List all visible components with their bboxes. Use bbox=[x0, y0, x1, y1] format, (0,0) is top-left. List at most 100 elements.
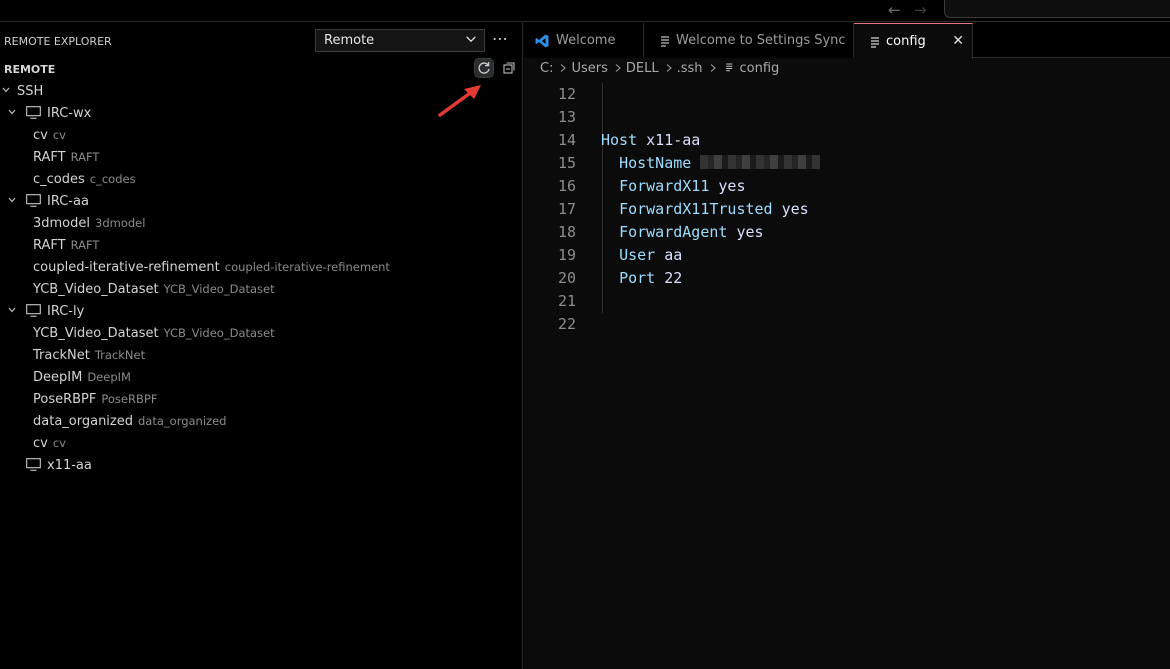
file-lines-icon bbox=[661, 36, 669, 47]
tree-item-description: c_codes bbox=[89, 172, 136, 186]
chevron-right-icon bbox=[615, 64, 621, 72]
tree-item-label: x11-aa bbox=[47, 458, 92, 473]
code-line: 22 bbox=[524, 313, 1170, 336]
tab-welcome-settings-sync[interactable]: Welcome to Settings Sync bbox=[644, 23, 854, 58]
close-icon[interactable]: ✕ bbox=[952, 24, 964, 59]
redacted-value bbox=[700, 155, 821, 169]
tree-item[interactable]: cv cv bbox=[0, 124, 523, 146]
tree-item-label: IRC-wx bbox=[47, 106, 92, 121]
line-text: ForwardAgent yes bbox=[619, 223, 764, 241]
collapse-all-icon[interactable] bbox=[500, 59, 518, 77]
tree-item-label: IRC-ly bbox=[47, 304, 85, 319]
code-line: 18 ForwardAgent yes bbox=[524, 221, 1170, 244]
dropdown-value: Remote bbox=[324, 33, 375, 48]
monitor-icon bbox=[26, 304, 41, 317]
chevron-down-icon[interactable] bbox=[6, 194, 18, 206]
line-number: 22 bbox=[557, 315, 576, 333]
tree-item[interactable]: data_organized data_organized bbox=[0, 410, 523, 432]
tree-item-label: 3dmodel 3dmodel bbox=[33, 216, 146, 231]
tab-label: Welcome bbox=[556, 33, 616, 48]
tab-config[interactable]: config ✕ bbox=[854, 23, 973, 59]
tree-item-description: data_organized bbox=[138, 414, 227, 428]
tree-item[interactable]: DeepIM DeepIM bbox=[0, 366, 523, 388]
tree-item[interactable]: PoseRBPF PoseRBPF bbox=[0, 388, 523, 410]
line-number: 19 bbox=[557, 246, 576, 264]
tree-item-description: RAFT bbox=[70, 238, 100, 252]
breadcrumb-item[interactable]: config bbox=[740, 61, 780, 76]
tree-item[interactable]: IRC-ly bbox=[0, 300, 523, 322]
tree-item-description: 3dmodel bbox=[95, 216, 146, 230]
monitor-icon bbox=[26, 194, 41, 207]
vscode-logo-icon bbox=[535, 34, 549, 48]
code-editor[interactable]: 12 13 14 Host x11-aa 15 HostName 16 ForwardX1… bbox=[524, 83, 1170, 336]
tree-item-label: cv cv bbox=[33, 128, 66, 143]
more-actions-icon[interactable]: ⋯ bbox=[492, 29, 509, 48]
breadcrumb: C: Users DELL .ssh config bbox=[540, 61, 781, 81]
tree-item[interactable]: 3dmodel 3dmodel bbox=[0, 212, 523, 234]
code-line: 21 bbox=[524, 290, 1170, 313]
tree-item-label: c_codes c_codes bbox=[33, 172, 136, 187]
line-text: ForwardX11 yes bbox=[619, 177, 746, 195]
refresh-icon[interactable] bbox=[474, 58, 494, 78]
editor-tabs: Welcome Welcome to Settings Sync config … bbox=[524, 23, 1170, 59]
line-number: 14 bbox=[557, 131, 576, 149]
command-center[interactable] bbox=[944, 0, 1170, 18]
arrow-right-icon[interactable]: → bbox=[914, 0, 927, 22]
chevron-right-icon bbox=[561, 64, 567, 72]
line-text: User aa bbox=[619, 246, 683, 264]
tree-item-label: IRC-aa bbox=[47, 194, 89, 209]
tab-welcome[interactable]: Welcome bbox=[524, 23, 644, 58]
code-line: 15 HostName bbox=[524, 152, 1170, 175]
tree-item[interactable]: c_codes c_codes bbox=[0, 168, 523, 190]
section-header-remote[interactable]: REMOTE bbox=[4, 63, 55, 76]
tab-label: Welcome to Settings Sync bbox=[676, 33, 846, 48]
tree-item-description: YCB_Video_Dataset bbox=[163, 282, 275, 296]
tree-item-label: cv cv bbox=[33, 436, 66, 451]
tree-item-description: cv bbox=[52, 436, 66, 450]
tree-item-description: DeepIM bbox=[87, 370, 131, 384]
chevron-down-icon[interactable] bbox=[0, 84, 12, 96]
tree-item-label: TrackNet TrackNet bbox=[33, 348, 146, 363]
tree-item[interactable]: RAFT RAFT bbox=[0, 146, 523, 168]
line-number: 21 bbox=[557, 292, 576, 310]
code-line: 20 Port 22 bbox=[524, 267, 1170, 290]
line-text: Port 22 bbox=[619, 269, 683, 287]
code-line: 16 ForwardX11 yes bbox=[524, 175, 1170, 198]
tree-item[interactable]: YCB_Video_Dataset YCB_Video_Dataset bbox=[0, 322, 523, 344]
tree-item-description: PoseRBPF bbox=[101, 392, 158, 406]
tree-item[interactable]: IRC-aa bbox=[0, 190, 523, 212]
tree-item-label: SSH bbox=[17, 84, 44, 99]
sidebar-title: REMOTE EXPLORER bbox=[4, 35, 112, 48]
tree-item[interactable]: RAFT RAFT bbox=[0, 234, 523, 256]
line-text: HostName bbox=[601, 152, 821, 175]
code-line: 17 ForwardX11Trusted yes bbox=[524, 198, 1170, 221]
chevron-down-icon[interactable] bbox=[6, 304, 18, 316]
arrow-left-icon[interactable]: ← bbox=[888, 0, 901, 22]
monitor-icon bbox=[26, 458, 41, 471]
tree-item[interactable]: TrackNet TrackNet bbox=[0, 344, 523, 366]
tree-item[interactable]: cv cv bbox=[0, 432, 523, 454]
line-number: 17 bbox=[557, 200, 576, 218]
file-lines-icon bbox=[871, 37, 879, 48]
tree-item[interactable]: x11-aa bbox=[0, 454, 523, 476]
tree-item-label: data_organized data_organized bbox=[33, 414, 227, 429]
breadcrumb-item[interactable]: DELL bbox=[626, 61, 659, 76]
breadcrumb-item[interactable]: Users bbox=[571, 61, 607, 76]
remote-type-dropdown[interactable]: Remote bbox=[315, 29, 485, 52]
tree-item-label: RAFT RAFT bbox=[33, 238, 100, 253]
code-line: 12 bbox=[524, 83, 1170, 106]
line-number: 12 bbox=[557, 85, 576, 103]
tree-item-label: YCB_Video_Dataset YCB_Video_Dataset bbox=[33, 282, 275, 297]
breadcrumb-item[interactable]: C: bbox=[540, 61, 553, 76]
chevron-down-icon bbox=[466, 36, 476, 43]
monitor-icon bbox=[26, 106, 41, 119]
chevron-down-icon[interactable] bbox=[6, 106, 18, 118]
remote-tree: SSH IRC-wx cv cv RAFT RAFT c_codes c_codes … bbox=[0, 80, 523, 476]
breadcrumb-item[interactable]: .ssh bbox=[677, 61, 703, 76]
tree-item[interactable]: coupled-iterative-refinement coupled-iter… bbox=[0, 256, 523, 278]
tree-item-label: coupled-iterative-refinement coupled-iter… bbox=[33, 260, 390, 275]
tree-item[interactable]: YCB_Video_Dataset YCB_Video_Dataset bbox=[0, 278, 523, 300]
tree-item-label: DeepIM DeepIM bbox=[33, 370, 131, 385]
file-lines-icon bbox=[725, 63, 732, 72]
tree-item-label: PoseRBPF PoseRBPF bbox=[33, 392, 158, 407]
